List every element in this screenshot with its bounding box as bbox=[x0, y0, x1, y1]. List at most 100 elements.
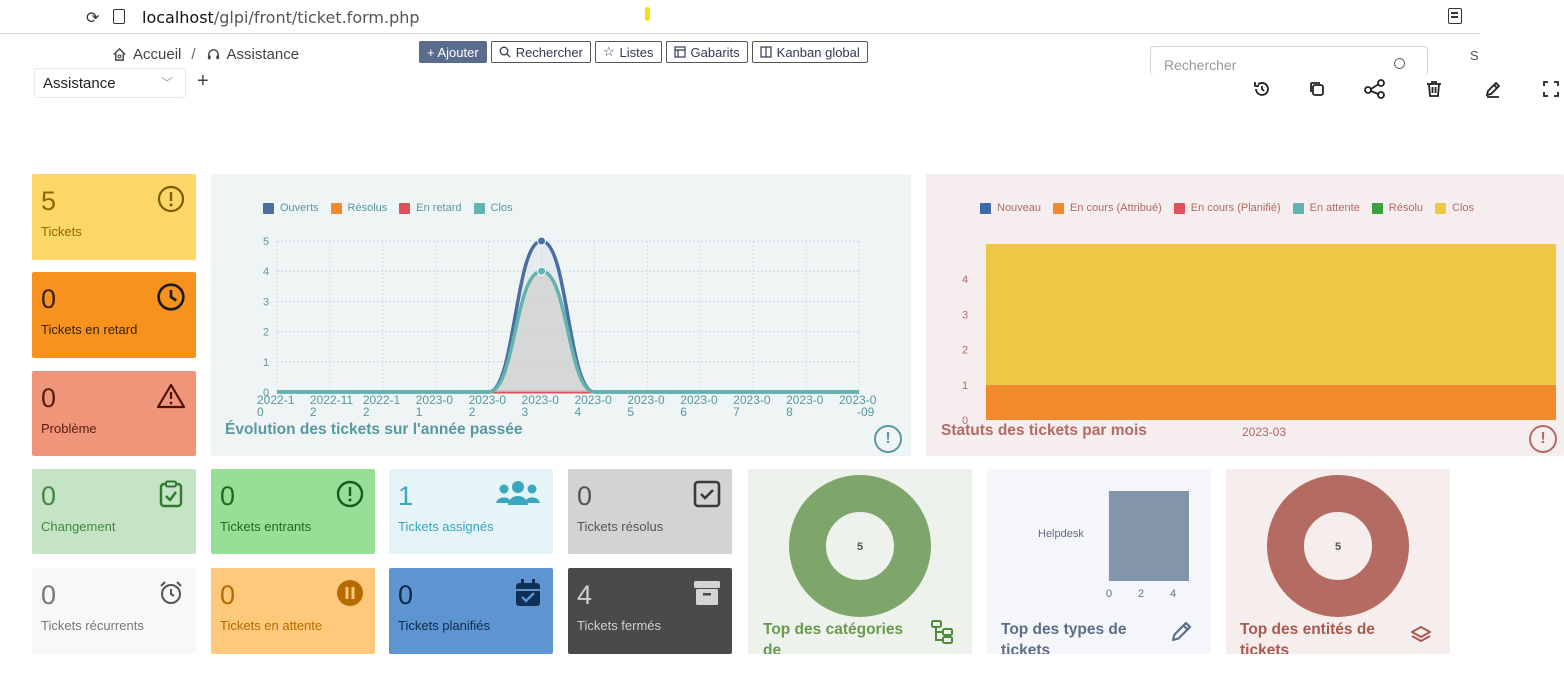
entities-title: Top des entités de tickets bbox=[1240, 621, 1375, 654]
url-host: localhost bbox=[142, 8, 214, 27]
tree-icon bbox=[931, 620, 953, 649]
calendar-check-icon bbox=[513, 578, 543, 608]
breadcrumb-home[interactable]: Accueil bbox=[133, 46, 181, 63]
dashboard-select-value: Assistance bbox=[43, 75, 116, 92]
y-tick-label: 3 bbox=[263, 296, 269, 308]
dashboard-select[interactable]: Assistance ﹀ bbox=[34, 68, 186, 98]
bar-segment-en-cours-attribu- bbox=[986, 384, 1556, 420]
card-label: Problème bbox=[41, 421, 97, 436]
kanban-icon bbox=[760, 46, 772, 58]
card-label: Tickets résolus bbox=[577, 519, 664, 534]
global-search-input[interactable]: Rechercher bbox=[1150, 46, 1428, 76]
data-point bbox=[537, 266, 547, 276]
x-tick-label: 6 bbox=[680, 405, 687, 419]
card-label: Tickets fermés bbox=[577, 618, 662, 633]
add-button[interactable]: + Ajouter bbox=[419, 41, 487, 63]
y-tick-label: 2 bbox=[962, 345, 968, 357]
warning-triangle-icon bbox=[156, 381, 186, 411]
status-title: Statuts des tickets par mois bbox=[941, 422, 1147, 439]
x-tick-label: 3 bbox=[522, 405, 529, 419]
fullscreen-icon[interactable] bbox=[1540, 78, 1562, 100]
status-panel: Nouveau En cours (Attribué) En cours (Plan… bbox=[926, 174, 1564, 456]
y-tick-label: 5 bbox=[263, 236, 269, 248]
clipboard-check-icon bbox=[156, 479, 186, 509]
x-tick-label: 8 bbox=[786, 405, 793, 419]
evolution-title: Évolution des tickets sur l'année passée bbox=[225, 421, 523, 438]
card-problem[interactable]: 0 Problème bbox=[32, 371, 196, 456]
card-assigned[interactable]: 1 Tickets assignés bbox=[389, 469, 553, 554]
edit-icon bbox=[1170, 619, 1194, 648]
card-label: Tickets récurrents bbox=[41, 618, 144, 633]
types-panel: 0 2 4 Helpdesk Top des types de tickets bbox=[987, 469, 1211, 654]
card-incoming[interactable]: 0 Tickets entrants bbox=[211, 469, 375, 554]
reader-view-icon[interactable] bbox=[1448, 8, 1462, 24]
card-change[interactable]: 0 Changement bbox=[32, 469, 196, 554]
y-tick-label: 3 bbox=[962, 309, 968, 321]
card-label: Tickets entrants bbox=[220, 519, 312, 534]
templates-button-label: Gabarits bbox=[690, 44, 740, 60]
y-tick-label: 1 bbox=[263, 357, 269, 369]
x-tick-label: 2 bbox=[310, 405, 317, 419]
card-value: 1 bbox=[398, 481, 414, 511]
card-solved[interactable]: 0 Tickets résolus bbox=[568, 469, 732, 554]
trash-icon[interactable] bbox=[1423, 78, 1445, 100]
card-late-tickets[interactable]: 0 Tickets en retard bbox=[32, 272, 196, 358]
card-value: 4 bbox=[577, 580, 593, 610]
add-dashboard-button[interactable]: + bbox=[197, 70, 209, 93]
address-field[interactable]: localhost/glpi/front/ticket.form.php bbox=[142, 8, 420, 27]
alert-circle-icon bbox=[335, 479, 365, 509]
card-label: Tickets en attente bbox=[220, 618, 323, 633]
card-label: Tickets assignés bbox=[398, 519, 494, 534]
card-closed[interactable]: 4 Tickets fermés bbox=[568, 568, 732, 654]
card-label: Tickets bbox=[41, 224, 82, 239]
info-circle-icon[interactable]: ! bbox=[874, 425, 902, 453]
slice-label: 5 bbox=[857, 541, 863, 553]
pause-circle-icon bbox=[335, 578, 365, 608]
star-icon: ☆ bbox=[602, 44, 615, 59]
url-path: /glpi/front/ticket.form.php bbox=[213, 8, 420, 27]
card-label: Changement bbox=[41, 519, 116, 534]
card-value: 0 bbox=[577, 481, 593, 511]
card-planned[interactable]: 0 Tickets planifiés bbox=[389, 568, 553, 654]
status-chart: 012342023-03 bbox=[962, 244, 1556, 439]
y-tick-label: 1 bbox=[962, 380, 968, 392]
kanban-button[interactable]: Kanban global bbox=[751, 41, 868, 63]
breadcrumb-assistance[interactable]: Assistance bbox=[227, 46, 300, 63]
search-button[interactable]: Rechercher bbox=[490, 41, 591, 63]
category-label: Helpdesk bbox=[1038, 528, 1084, 540]
add-button-label: + Ajouter bbox=[427, 44, 479, 60]
edit-icon[interactable] bbox=[1482, 78, 1504, 100]
bar bbox=[1109, 491, 1189, 581]
card-value: 0 bbox=[220, 481, 236, 511]
categories-panel: 5 Top des catégories de bbox=[748, 469, 972, 654]
x-tick-label: 7 bbox=[733, 405, 740, 419]
card-recurrent[interactable]: 0 Tickets récurrents bbox=[32, 568, 196, 654]
x-tick-label: -09 bbox=[857, 405, 875, 419]
y-tick-label: 4 bbox=[962, 274, 968, 286]
templates-button[interactable]: Gabarits bbox=[665, 41, 748, 63]
share-icon[interactable] bbox=[1364, 78, 1386, 100]
card-tickets[interactable]: 5 Tickets bbox=[32, 174, 196, 260]
clone-icon[interactable] bbox=[1306, 78, 1328, 100]
alert-circle-icon bbox=[156, 184, 186, 214]
lists-button[interactable]: ☆ Listes bbox=[594, 41, 662, 63]
x-tick-label: 1 bbox=[416, 405, 423, 419]
browser-url-bar: ⟳ localhost/glpi/front/ticket.form.php bbox=[0, 0, 1480, 34]
x-tick-label: 0 bbox=[1106, 588, 1112, 600]
reload-icon[interactable]: ⟳ bbox=[86, 8, 99, 28]
mouse-cursor-highlight bbox=[645, 7, 650, 21]
ticket-toolbar: + Ajouter Rechercher ☆ Listes Gabarits K… bbox=[419, 41, 868, 63]
truncated-menu-label: S bbox=[1470, 48, 1479, 63]
x-tick-label: 2 bbox=[363, 405, 370, 419]
y-tick-label: 4 bbox=[263, 266, 269, 278]
data-point bbox=[537, 236, 547, 246]
breadcrumb-separator: / bbox=[191, 46, 196, 63]
lists-button-label: Listes bbox=[619, 44, 654, 60]
alarm-clock-icon bbox=[156, 578, 186, 608]
card-waiting[interactable]: 0 Tickets en attente bbox=[211, 568, 375, 654]
info-circle-icon[interactable]: ! bbox=[1529, 425, 1557, 453]
types-title: Top des types de tickets bbox=[1001, 621, 1127, 654]
history-icon[interactable] bbox=[1251, 78, 1273, 100]
slice-label: 5 bbox=[1335, 541, 1341, 553]
users-icon bbox=[493, 479, 543, 509]
